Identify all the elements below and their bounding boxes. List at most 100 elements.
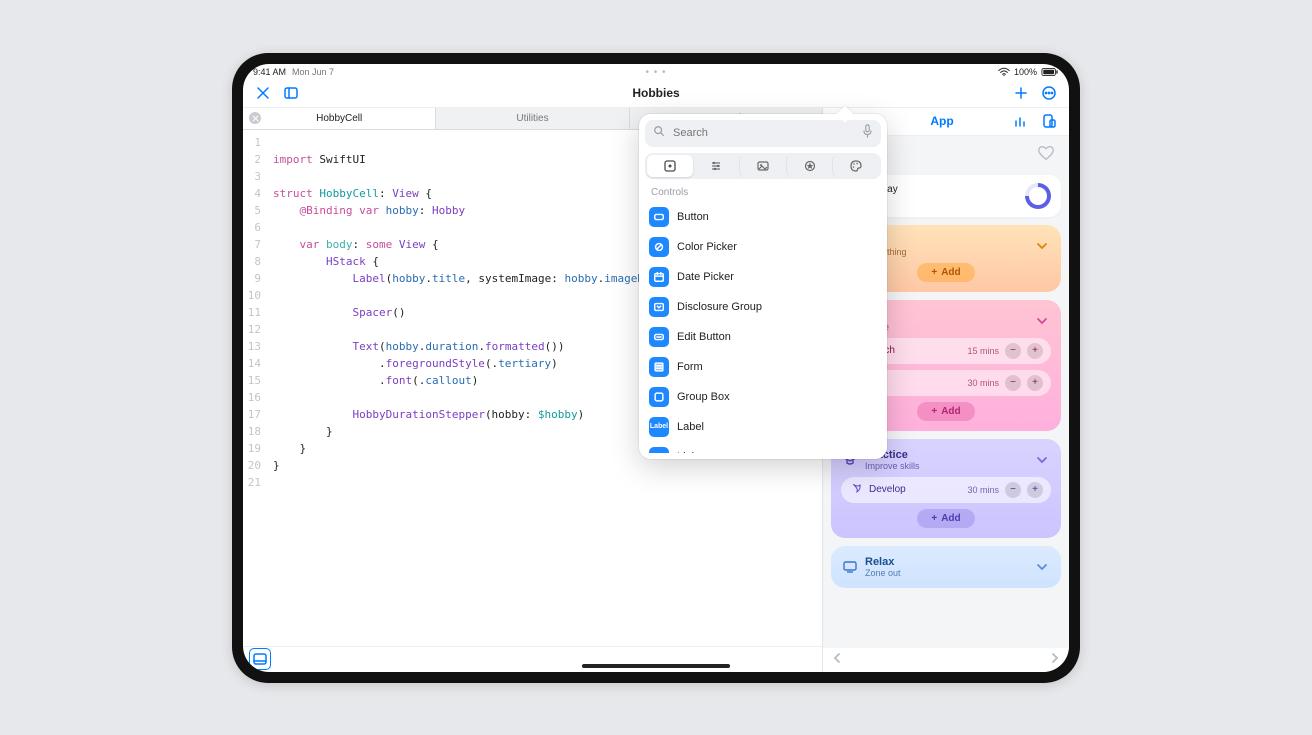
card-subtitle: utside [865, 322, 1027, 332]
battery-icon [1041, 67, 1059, 77]
card-subtitle: Improve skills [865, 461, 1027, 471]
favorite-icon[interactable] [1037, 144, 1055, 167]
preview-footer [823, 648, 1069, 672]
control-item-date-picker[interactable]: Date Picker [645, 262, 881, 292]
add-label: Add [941, 513, 960, 524]
group-icon [649, 387, 669, 407]
add-button[interactable]: +Add [917, 402, 974, 421]
plus-button[interactable]: + [1027, 375, 1043, 391]
add-label: Add [941, 406, 960, 417]
control-item-button[interactable]: Button [645, 202, 881, 232]
seg-media[interactable] [739, 155, 786, 177]
row-duration: 15 mins [967, 346, 999, 356]
date-icon [649, 267, 669, 287]
chevron-down-icon[interactable] [1033, 312, 1051, 330]
device-button[interactable] [1037, 109, 1061, 133]
add-button[interactable] [1009, 81, 1033, 105]
card-title: e [865, 310, 1027, 322]
swift-icon [851, 482, 863, 497]
control-item-label: Form [677, 361, 703, 373]
tab-label: Utilities [516, 113, 548, 124]
plus-button[interactable]: + [1027, 343, 1043, 359]
control-item-label: Button [677, 211, 709, 223]
search-field[interactable] [645, 120, 881, 147]
search-input[interactable] [671, 126, 856, 140]
seg-modifiers[interactable] [693, 155, 740, 177]
main-toolbar: Hobbies [243, 80, 1069, 108]
seg-symbols[interactable] [786, 155, 833, 177]
tab-hobbycell[interactable]: HobbyCell [243, 108, 436, 129]
card-title: Practice [865, 449, 1027, 461]
line-gutter: 123456789101112131415161718192021 [243, 130, 267, 646]
control-item-disclosure-group[interactable]: Disclosure Group [645, 292, 881, 322]
hobby-row[interactable]: Develop 30 mins − + [841, 477, 1051, 503]
ipad-device: 9:41 AM Mon Jun 7 • • • 100% Hobbies [232, 53, 1080, 683]
preview-title[interactable]: App [875, 114, 1009, 128]
row-title: Develop [869, 484, 961, 495]
plus-button[interactable]: + [1027, 482, 1043, 498]
control-item-label: Color Picker [677, 241, 737, 253]
search-icon [653, 124, 665, 142]
close-icon[interactable] [249, 112, 261, 124]
control-item-label[interactable]: LabelLabel [645, 412, 881, 442]
add-button[interactable]: +Add [917, 509, 974, 528]
document-title: Hobbies [437, 86, 875, 100]
library-popover: Controls Button Color Picker Date Picker Di… [639, 114, 887, 459]
status-time: 9:41 AM [253, 67, 286, 77]
next-page-button[interactable] [1049, 651, 1061, 669]
card-relax[interactable]: RelaxZone out [831, 546, 1061, 588]
section-label: Controls [645, 179, 881, 202]
sidebar-toggle-button[interactable] [279, 81, 303, 105]
minus-button[interactable]: − [1005, 375, 1021, 391]
add-button[interactable]: +Add [917, 263, 974, 282]
tab-label: HobbyCell [316, 113, 362, 124]
form-icon [649, 357, 669, 377]
screen: 9:41 AM Mon Jun 7 • • • 100% Hobbies [243, 64, 1069, 672]
minus-button[interactable]: − [1005, 482, 1021, 498]
control-item-label: Disclosure Group [677, 301, 762, 313]
control-item-label: Group Box [677, 391, 730, 403]
multitask-pill-icon[interactable]: • • • [645, 67, 666, 78]
control-item-edit-button[interactable]: Edit Button [645, 322, 881, 352]
metrics-button[interactable] [1009, 109, 1033, 133]
row-duration: 30 mins [967, 485, 999, 495]
chevron-down-icon[interactable] [1033, 237, 1051, 255]
home-indicator[interactable] [582, 664, 730, 668]
tab-utilities[interactable]: Utilities [436, 108, 629, 129]
console-button[interactable] [249, 648, 271, 670]
control-item-label: Date Picker [677, 271, 734, 283]
link-icon [649, 447, 669, 453]
battery-pct: 100% [1014, 67, 1037, 77]
chevron-down-icon[interactable] [1033, 558, 1051, 576]
card-subtitle: something [865, 247, 1027, 257]
card-subtitle: Zone out [865, 568, 1027, 578]
control-item-label: Link [677, 451, 697, 453]
seg-views[interactable] [647, 155, 693, 177]
control-item-color-picker[interactable]: Color Picker [645, 232, 881, 262]
editor-footer [243, 646, 822, 672]
library-segmented[interactable] [645, 153, 881, 179]
control-item-link[interactable]: Link [645, 442, 881, 453]
row-duration: 30 mins [967, 378, 999, 388]
wifi-icon [998, 67, 1010, 77]
edit-icon [649, 327, 669, 347]
card-title: Relax [865, 556, 1027, 568]
disclosure-icon [649, 297, 669, 317]
chevron-down-icon[interactable] [1033, 451, 1051, 469]
color-icon [649, 237, 669, 257]
minus-button[interactable]: − [1005, 343, 1021, 359]
control-item-group-box[interactable]: Group Box [645, 382, 881, 412]
more-button[interactable] [1037, 81, 1061, 105]
prev-page-button[interactable] [831, 651, 843, 669]
add-label: Add [941, 267, 960, 278]
control-item-form[interactable]: Form [645, 352, 881, 382]
close-button[interactable] [251, 81, 275, 105]
card-title: te [865, 235, 1027, 247]
tv-icon [841, 558, 859, 576]
seg-colors[interactable] [832, 155, 879, 177]
button-icon [649, 207, 669, 227]
control-list: Button Color Picker Date Picker Disclosure … [645, 202, 881, 453]
control-item-label: Edit Button [677, 331, 731, 343]
mic-icon[interactable] [862, 124, 873, 143]
progress-ring [1025, 183, 1051, 209]
